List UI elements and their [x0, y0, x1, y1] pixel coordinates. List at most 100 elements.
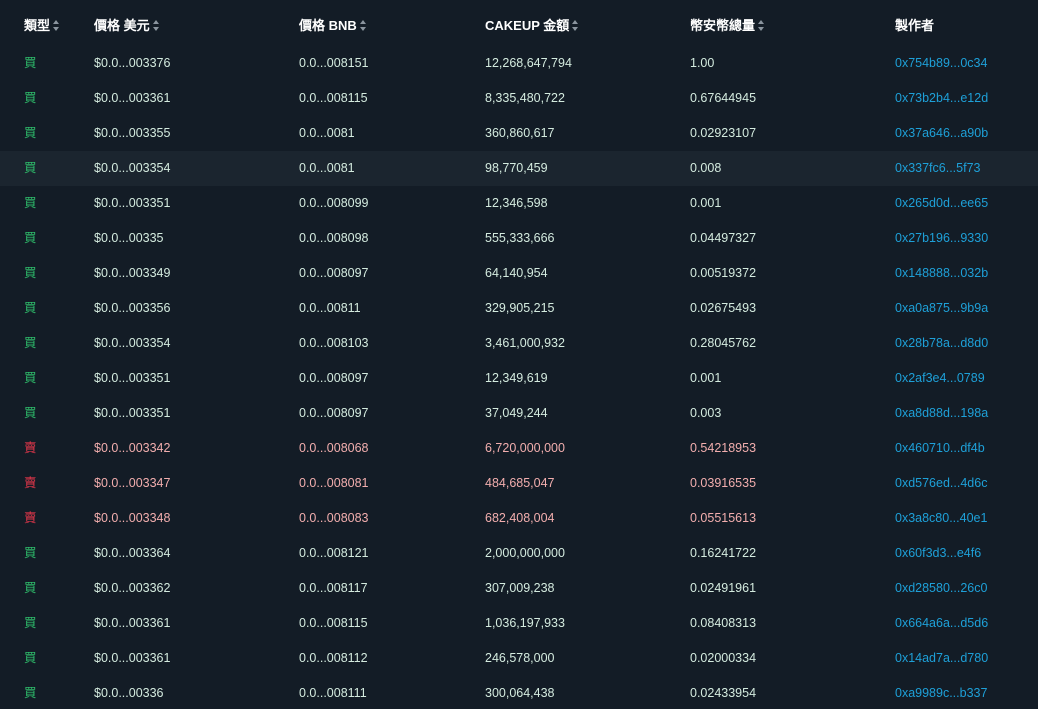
table-row: 買 $0.0...003364 0.0...008121 2,000,000,000 0… — [0, 536, 1038, 571]
price-usd: $0.0...003361 — [94, 651, 171, 665]
price-usd: $0.0...003361 — [94, 616, 171, 630]
price-usd: $0.0...003364 — [94, 546, 171, 560]
trade-type: 買 — [24, 406, 37, 420]
price-bnb: 0.0...008083 — [299, 511, 369, 525]
trade-type: 賣 — [24, 476, 37, 490]
price-usd: $0.0...003342 — [94, 441, 171, 455]
bnb-total: 0.08408313 — [690, 616, 757, 630]
maker-address-link[interactable]: 0xa9989c...b337 — [895, 676, 987, 709]
price-usd: $0.0...003348 — [94, 511, 171, 525]
trade-type: 買 — [24, 126, 37, 140]
cakeup-amount: 246,578,000 — [485, 651, 555, 665]
price-bnb: 0.0...008151 — [299, 56, 369, 70]
cakeup-amount: 3,461,000,932 — [485, 336, 565, 350]
column-header-type[interactable]: 類型 — [24, 0, 61, 48]
trade-type: 買 — [24, 56, 37, 70]
price-bnb: 0.0...0081 — [299, 126, 355, 140]
price-bnb: 0.0...008081 — [299, 476, 369, 490]
maker-address-link[interactable]: 0xd576ed...4d6c — [895, 466, 987, 501]
table-body: 買 $0.0...003376 0.0...008151 12,268,647,794… — [0, 46, 1038, 709]
bnb-total: 0.001 — [690, 196, 722, 210]
trades-table: 類型 價格 美元 價格 BNB CAKEUP 金額 幣安幣總量 製作者 買 $0.… — [0, 0, 1038, 709]
price-bnb: 0.0...008103 — [299, 336, 369, 350]
sort-arrows-icon — [758, 20, 766, 32]
table-row: 買 $0.0...003354 0.0...0081 98,770,459 0.008 0… — [0, 151, 1038, 186]
price-bnb: 0.0...008099 — [299, 196, 369, 210]
cakeup-amount: 2,000,000,000 — [485, 546, 565, 560]
column-header-maker-label: 製作者 — [895, 18, 935, 33]
bnb-total: 0.02923107 — [690, 126, 757, 140]
trade-type: 買 — [24, 371, 37, 385]
trade-type: 買 — [24, 231, 37, 245]
maker-address-link[interactable]: 0x73b2b4...e12d — [895, 81, 988, 116]
cakeup-amount: 682,408,004 — [485, 511, 555, 525]
cakeup-amount: 555,333,666 — [485, 231, 555, 245]
bnb-total: 0.04497327 — [690, 231, 757, 245]
cakeup-amount: 64,140,954 — [485, 266, 548, 280]
trade-type: 買 — [24, 686, 37, 700]
maker-address-link[interactable]: 0x14ad7a...d780 — [895, 641, 988, 676]
maker-address-link[interactable]: 0xd28580...26c0 — [895, 571, 987, 606]
bnb-total: 0.03916535 — [690, 476, 757, 490]
price-usd: $0.0...003355 — [94, 126, 171, 140]
sort-arrows-icon — [53, 20, 61, 32]
trade-type: 買 — [24, 266, 37, 280]
price-usd: $0.0...00335 — [94, 231, 164, 245]
maker-address-link[interactable]: 0x148888...032b — [895, 256, 988, 291]
column-header-total-bnb[interactable]: 幣安幣總量 — [690, 0, 766, 48]
bnb-total: 0.003 — [690, 406, 722, 420]
price-usd: $0.0...003354 — [94, 336, 171, 350]
table-row: 賣 $0.0...003347 0.0...008081 484,685,047 0.0… — [0, 466, 1038, 501]
table-header: 類型 價格 美元 價格 BNB CAKEUP 金額 幣安幣總量 製作者 — [0, 0, 1038, 48]
price-bnb: 0.0...008111 — [299, 686, 367, 700]
column-header-maker: 製作者 — [895, 0, 934, 48]
price-usd: $0.0...003361 — [94, 91, 171, 105]
maker-address-link[interactable]: 0x460710...df4b — [895, 431, 985, 466]
price-usd: $0.0...003349 — [94, 266, 171, 280]
cakeup-amount: 37,049,244 — [485, 406, 548, 420]
maker-address-link[interactable]: 0x60f3d3...e4f6 — [895, 536, 981, 571]
sort-arrows-icon — [152, 20, 161, 32]
maker-address-link[interactable]: 0xa8d88d...198a — [895, 396, 988, 431]
price-usd: $0.0...003351 — [94, 371, 171, 385]
price-bnb: 0.0...008098 — [299, 231, 369, 245]
cakeup-amount: 484,685,047 — [485, 476, 555, 490]
price-usd: $0.0...00336 — [94, 686, 164, 700]
maker-address-link[interactable]: 0x664a6a...d5d6 — [895, 606, 988, 641]
column-header-amount-label: CAKEUP 金額 — [485, 18, 570, 33]
trade-type: 買 — [24, 196, 37, 210]
table-row: 買 $0.0...003361 0.0...008115 1,036,197,933 0… — [0, 606, 1038, 641]
price-bnb: 0.0...00811 — [299, 301, 361, 315]
maker-address-link[interactable]: 0x37a646...a90b — [895, 116, 988, 151]
table-row: 買 $0.0...00335 0.0...008098 555,333,666 0.04… — [0, 221, 1038, 256]
price-usd: $0.0...003347 — [94, 476, 171, 490]
cakeup-amount: 12,346,598 — [485, 196, 548, 210]
column-header-price-usd-label: 價格 美元 — [94, 18, 150, 33]
maker-address-link[interactable]: 0xa0a875...9b9a — [895, 291, 988, 326]
price-usd: $0.0...003354 — [94, 161, 171, 175]
price-usd: $0.0...003376 — [94, 56, 171, 70]
bnb-total: 0.67644945 — [690, 91, 757, 105]
table-row: 買 $0.0...003361 0.0...008115 8,335,480,722 0… — [0, 81, 1038, 116]
table-row: 買 $0.0...003355 0.0...0081 360,860,617 0.029… — [0, 116, 1038, 151]
bnb-total: 0.008 — [690, 161, 722, 175]
price-bnb: 0.0...008117 — [299, 581, 368, 595]
maker-address-link[interactable]: 0x28b78a...d8d0 — [895, 326, 988, 361]
maker-address-link[interactable]: 0x27b196...9330 — [895, 221, 988, 256]
cakeup-amount: 12,349,619 — [485, 371, 548, 385]
column-header-price-bnb[interactable]: 價格 BNB — [299, 0, 368, 48]
trade-type: 賣 — [24, 511, 37, 525]
cakeup-amount: 307,009,238 — [485, 581, 555, 595]
column-header-amount[interactable]: CAKEUP 金額 — [485, 0, 580, 48]
column-header-total-bnb-label: 幣安幣總量 — [690, 18, 756, 33]
trade-type: 買 — [24, 336, 37, 350]
trade-type: 買 — [24, 161, 37, 175]
bnb-total: 0.02433954 — [690, 686, 757, 700]
column-header-price-usd[interactable]: 價格 美元 — [94, 0, 161, 48]
maker-address-link[interactable]: 0x754b89...0c34 — [895, 46, 987, 81]
maker-address-link[interactable]: 0x2af3e4...0789 — [895, 361, 985, 396]
bnb-total: 1.00 — [690, 56, 715, 70]
maker-address-link[interactable]: 0x337fc6...5f73 — [895, 151, 980, 186]
maker-address-link[interactable]: 0x3a8c80...40e1 — [895, 501, 987, 536]
maker-address-link[interactable]: 0x265d0d...ee65 — [895, 186, 988, 221]
